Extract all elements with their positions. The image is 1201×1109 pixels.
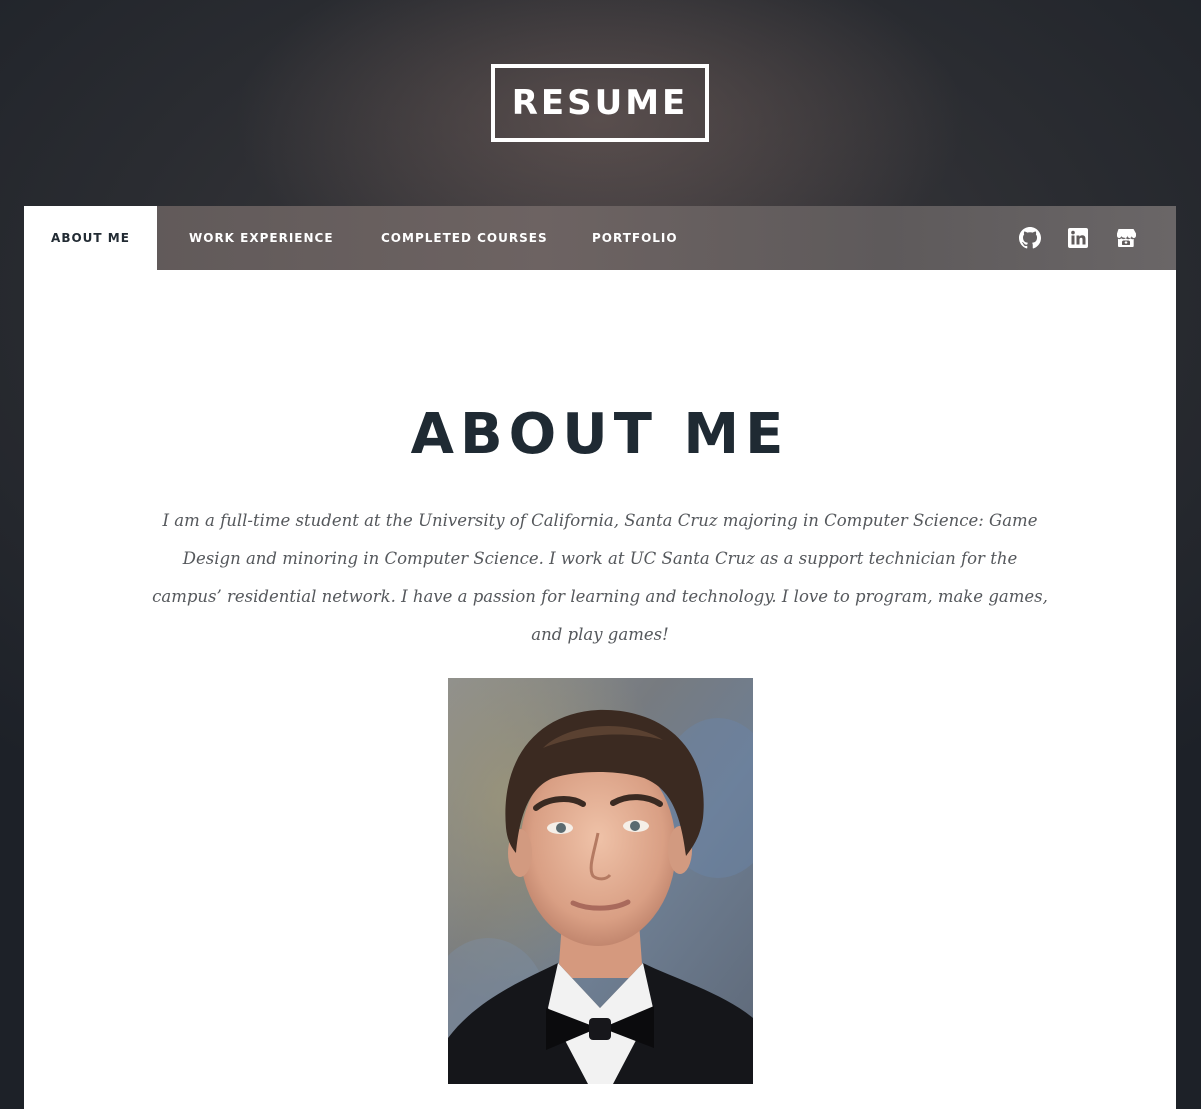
main-nav: ABOUT ME WORK EXPERIENCE COMPLETED COURS…	[24, 206, 1176, 270]
linkedin-icon[interactable]	[1067, 227, 1089, 249]
site-logo[interactable]: RESUME	[491, 64, 709, 142]
tab-completed-courses[interactable]: COMPLETED COURSES	[381, 206, 548, 270]
github-icon[interactable]	[1019, 227, 1041, 249]
tab-portfolio[interactable]: PORTFOLIO	[592, 206, 678, 270]
tab-work-experience[interactable]: WORK EXPERIENCE	[189, 206, 334, 270]
profile-photo	[448, 678, 753, 1084]
itch-io-icon[interactable]	[1115, 227, 1137, 249]
page-title: ABOUT ME	[410, 402, 790, 467]
tab-about-me[interactable]: ABOUT ME	[24, 206, 157, 270]
content-wrapper: ABOUT ME WORK EXPERIENCE COMPLETED COURS…	[24, 206, 1176, 1109]
about-intro-text: I am a full-time student at the Universi…	[152, 511, 1048, 644]
